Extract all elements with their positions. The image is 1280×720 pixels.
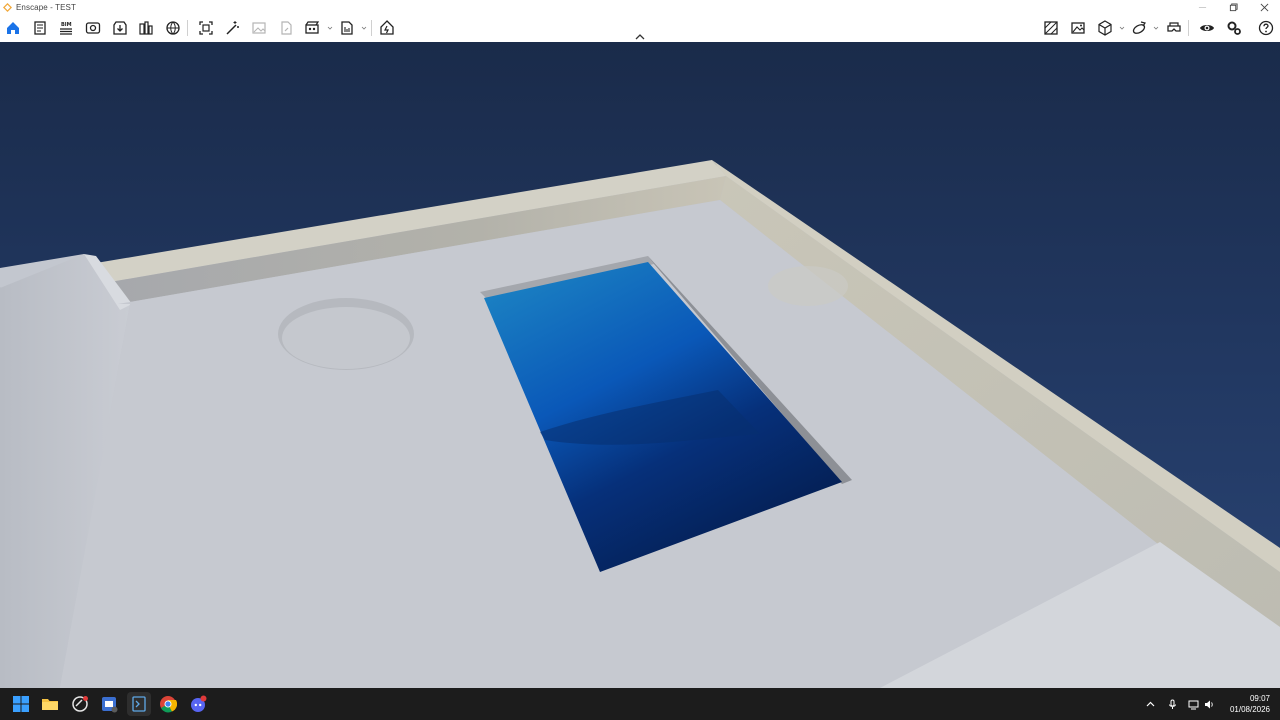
help-button[interactable] [1256,18,1276,38]
title-bar: Enscape - TEST [0,0,1280,15]
upload-icon [380,20,394,35]
windows-taskbar: 09:07 01/08/2026 [0,688,1280,720]
asset-library-button[interactable] [136,18,156,38]
discord-button[interactable] [186,692,210,716]
start-button[interactable] [9,692,33,716]
toolbar-separator [187,20,188,36]
capture-button[interactable] [110,18,130,38]
orbit-button[interactable] [1129,18,1149,38]
terminal-icon [132,696,146,712]
materials-button[interactable] [1041,18,1061,38]
magic-wand-icon [226,21,239,35]
system-clock[interactable]: 09:07 01/08/2026 [1210,693,1270,715]
atmosphere-icon [166,21,180,35]
sketchup-button[interactable] [68,692,92,716]
enscape-app-button[interactable] [97,692,121,716]
chevron-up-icon[interactable] [633,33,647,41]
network-button[interactable] [1186,697,1200,711]
chrome-button[interactable] [156,692,180,716]
document-icon [34,21,46,35]
home-icon [7,22,19,34]
terminal-button[interactable] [127,692,151,716]
sketchup-icon [72,696,88,712]
screenshot-button[interactable] [196,18,216,38]
discord-icon [191,695,207,712]
enscape-logo-icon [3,3,12,12]
svg-text:BIM: BIM [61,22,72,28]
chevron-down-icon[interactable] [361,25,367,31]
chrome-icon [160,696,177,713]
toolbar-separator [371,20,372,36]
home-button[interactable] [3,18,23,38]
microphone-button[interactable] [1165,697,1179,711]
chevron-down-icon[interactable] [1119,25,1125,31]
materials-icon [1044,21,1058,35]
visual-settings-icon [1071,22,1085,34]
maximize-button[interactable] [1218,0,1249,15]
window-controls [1187,0,1280,15]
chevron-up-icon [1146,701,1154,706]
file-explorer-icon [42,699,58,710]
visual-settings-button[interactable] [1068,18,1088,38]
vr-headset-icon [1167,22,1181,32]
settings-button[interactable] [1224,18,1244,38]
restore-icon [1229,3,1238,12]
batch-render-button[interactable] [337,18,357,38]
screenshot-icon [199,21,213,35]
file-explorer-button[interactable] [38,692,62,716]
window-title: Enscape - TEST [16,3,76,12]
asset-library-icon [139,21,153,35]
far-circle [768,266,848,306]
video-editor-button[interactable] [302,18,322,38]
scene-render [0,160,1280,688]
network-icon [1188,700,1198,709]
microphone-icon [1168,699,1176,709]
image-icon [252,22,266,34]
bim-list-button[interactable]: BIM [56,18,76,38]
enscape-icon [102,697,118,713]
export-file-icon [281,21,292,35]
eye-button[interactable] [1197,18,1217,38]
render-viewport[interactable] [0,42,1280,688]
clock-time: 09:07 [1249,694,1270,703]
windows-start-icon [13,696,29,712]
video-editor-icon [305,21,320,34]
view-button[interactable] [83,18,103,38]
close-button[interactable] [1249,0,1280,15]
upload-button[interactable] [377,18,397,38]
close-icon [1260,3,1269,12]
document-button[interactable] [30,18,50,38]
cube-view-icon [1098,20,1112,36]
clock-date: 01/08/2026 [1229,705,1270,714]
atmosphere-button[interactable] [163,18,183,38]
magic-wand-button[interactable] [222,18,242,38]
batch-render-icon [341,21,353,35]
export-file-button[interactable] [276,18,296,38]
bim-list-icon: BIM [60,22,72,35]
tray-expand-button[interactable] [1143,697,1157,711]
spa-circle-floor [282,307,410,369]
chevron-down-icon[interactable] [1153,25,1159,31]
view-icon [85,22,101,34]
chevron-down-icon[interactable] [327,25,333,31]
toolbar-separator [1188,20,1189,36]
image-button[interactable] [249,18,269,38]
eye-icon [1200,25,1214,31]
minimize-button[interactable] [1187,0,1218,15]
settings-icon [1227,21,1241,35]
cube-view-button[interactable] [1095,18,1115,38]
help-icon [1258,20,1274,36]
vr-headset-button[interactable] [1164,18,1184,38]
orbit-icon [1132,21,1146,34]
minimize-icon [1198,7,1207,8]
enscape-toolbar: BIM [0,15,1280,43]
capture-icon [113,21,127,35]
